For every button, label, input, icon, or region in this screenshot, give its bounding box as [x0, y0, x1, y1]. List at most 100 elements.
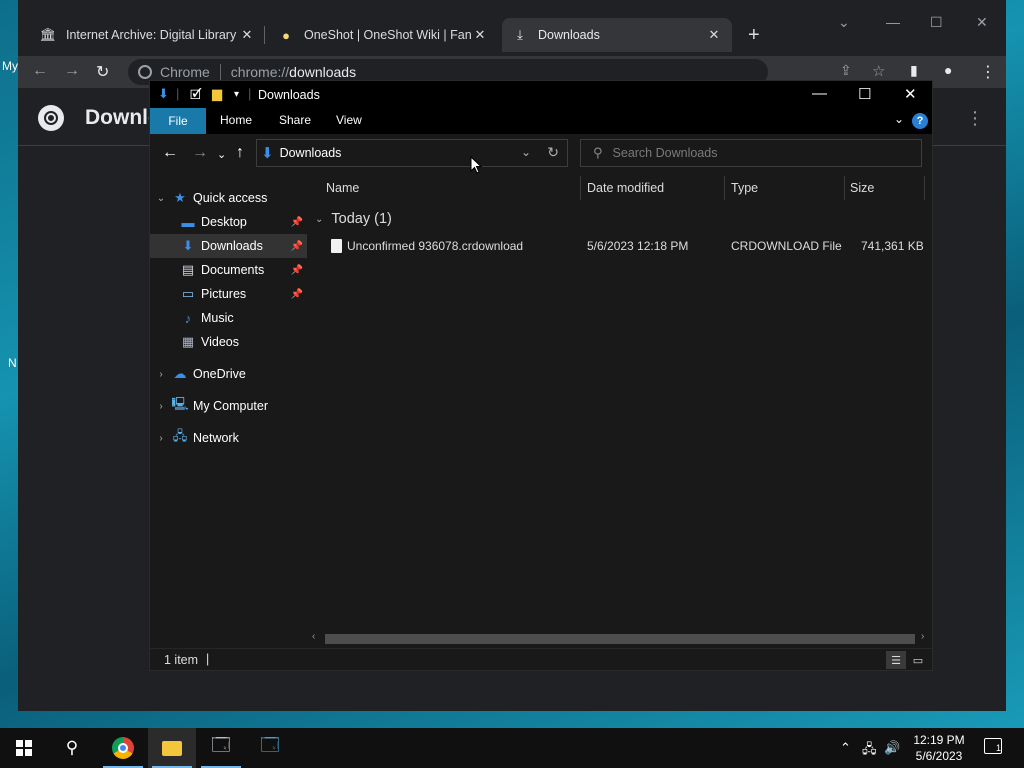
- nav-item-music[interactable]: ♪ Music: [150, 306, 307, 330]
- nav-item-videos[interactable]: ▦ Videos: [150, 330, 307, 354]
- recent-locations-icon[interactable]: ⌄: [217, 148, 226, 161]
- pictures-icon: ▭: [181, 286, 195, 301]
- close-icon[interactable]: ✕: [904, 85, 917, 103]
- pin-icon[interactable]: 📌: [291, 289, 303, 300]
- column-separator[interactable]: [580, 176, 581, 200]
- chevron-down-icon[interactable]: ⌄: [151, 193, 171, 204]
- expand-ribbon-icon[interactable]: ⌄: [894, 112, 904, 126]
- properties-icon[interactable]: 🗹: [190, 86, 202, 108]
- ribbon-tab-view[interactable]: View: [336, 113, 362, 127]
- pin-icon[interactable]: 📌: [291, 241, 303, 252]
- close-icon[interactable]: ✕: [706, 27, 722, 43]
- navigation-bar: ← → ⌄ ↑ ⬇ Downloads ⌄ ↻ ⚲ Search Downloa…: [150, 134, 932, 176]
- ribbon-tab-home[interactable]: Home: [220, 113, 252, 127]
- maximize-icon[interactable]: ☐: [858, 85, 871, 103]
- refresh-icon[interactable]: ↻: [547, 144, 559, 161]
- nav-item-onedrive[interactable]: › ☁ OneDrive: [150, 362, 307, 386]
- volume-icon[interactable]: 🔊: [884, 740, 900, 756]
- forward-icon[interactable]: →: [64, 62, 80, 80]
- side-panel-icon[interactable]: ▮: [910, 62, 918, 79]
- nav-label: Documents: [201, 263, 265, 277]
- ribbon-tab-file[interactable]: File: [150, 108, 206, 134]
- nav-item-desktop[interactable]: ▬ Desktop 📌: [150, 210, 307, 234]
- star-icon[interactable]: ☆: [872, 62, 885, 80]
- back-icon[interactable]: ←: [162, 144, 178, 162]
- column-separator[interactable]: [844, 176, 845, 200]
- chrome-icon: [138, 65, 152, 79]
- start-button[interactable]: [0, 728, 48, 768]
- search-input[interactable]: ⚲ Search Downloads: [580, 139, 922, 167]
- minimize-icon[interactable]: —: [812, 85, 827, 102]
- search-button[interactable]: ⚲: [48, 728, 96, 768]
- pin-icon[interactable]: 📌: [291, 265, 303, 276]
- tab-strip: 🏛 Internet Archive: Digital Library of F…: [18, 0, 1006, 56]
- column-header-name[interactable]: Name: [326, 176, 359, 200]
- system-clock[interactable]: 12:19 PM 5/6/2023: [908, 732, 970, 764]
- back-icon[interactable]: ←: [32, 62, 48, 80]
- column-header-date[interactable]: Date modified: [587, 176, 664, 200]
- share-icon[interactable]: ⇪: [840, 62, 852, 79]
- nav-label: Music: [201, 311, 234, 325]
- up-icon[interactable]: ↑: [236, 144, 244, 162]
- chevron-right-icon[interactable]: ›: [151, 401, 171, 412]
- large-icons-view-icon[interactable]: ▭: [908, 651, 928, 669]
- nav-item-downloads[interactable]: ⬇ Downloads 📌: [150, 234, 307, 258]
- close-window-icon[interactable]: ✕: [976, 14, 988, 31]
- file-icon: [331, 239, 342, 253]
- column-header-size[interactable]: Size: [850, 176, 874, 200]
- group-header[interactable]: ⌄ Today (1): [315, 211, 392, 227]
- horizontal-scrollbar[interactable]: ‹ ›: [307, 630, 932, 646]
- close-icon[interactable]: ✕: [239, 27, 255, 43]
- more-actions-icon[interactable]: ⋮: [966, 108, 984, 129]
- maximize-icon[interactable]: ☐: [930, 14, 943, 31]
- scrollbar-thumb[interactable]: [325, 634, 915, 644]
- column-header-type[interactable]: Type: [731, 176, 758, 200]
- ribbon-tab-share[interactable]: Share: [279, 113, 311, 127]
- nav-item-network[interactable]: › 🖧 Network: [150, 426, 307, 450]
- address-bar[interactable]: ⬇ Downloads ⌄ ↻: [256, 139, 568, 167]
- new-folder-icon[interactable]: ▆: [212, 86, 222, 102]
- tab-search-icon[interactable]: ⌄: [838, 14, 850, 31]
- taskbar-chrome[interactable]: [99, 728, 147, 768]
- chevron-right-icon[interactable]: ›: [151, 433, 171, 444]
- new-tab-button[interactable]: +: [748, 24, 760, 47]
- details-view-icon[interactable]: ☰: [886, 651, 906, 669]
- table-row[interactable]: Unconfirmed 936078.crdownload 5/6/2023 1…: [323, 236, 927, 256]
- item-count: 1 item: [164, 653, 199, 667]
- cloud-icon: ☁: [173, 366, 187, 381]
- close-icon[interactable]: ✕: [472, 27, 488, 43]
- notification-center-icon[interactable]: 1: [984, 738, 1002, 754]
- scroll-left-icon[interactable]: ‹: [312, 631, 315, 642]
- taskbar-app[interactable]: 🗔: [197, 728, 245, 768]
- minimize-icon[interactable]: —: [886, 14, 900, 30]
- scroll-right-icon[interactable]: ›: [921, 631, 924, 642]
- nav-item-documents[interactable]: ▤ Documents 📌: [150, 258, 307, 282]
- chrome-icon: [112, 737, 134, 759]
- chevron-right-icon[interactable]: ›: [151, 369, 171, 380]
- profile-icon[interactable]: ●: [944, 62, 952, 78]
- nav-label: Pictures: [201, 287, 247, 301]
- network-icon[interactable]: 🖧: [862, 740, 877, 762]
- show-hidden-icons-icon[interactable]: ⌃: [840, 740, 851, 756]
- mouse-cursor-icon: [470, 156, 482, 174]
- nav-label: Downloads: [201, 239, 263, 253]
- chevron-down-icon[interactable]: ⌄: [521, 145, 531, 159]
- nav-label: Videos: [201, 335, 239, 349]
- menu-icon[interactable]: ⋮: [980, 62, 996, 82]
- tab-internet-archive[interactable]: 🏛 Internet Archive: Digital Library of F…: [30, 18, 265, 52]
- help-icon[interactable]: ?: [912, 113, 928, 129]
- taskbar-app[interactable]: 🗔: [246, 728, 294, 768]
- pin-icon[interactable]: 📌: [291, 217, 303, 228]
- taskbar-file-explorer[interactable]: [148, 728, 196, 768]
- customize-quick-access-icon[interactable]: ▾: [234, 89, 239, 100]
- column-separator[interactable]: [724, 176, 725, 200]
- nav-item-my-computer[interactable]: › 🖳 My Computer: [150, 394, 307, 418]
- nav-item-quick-access[interactable]: ⌄ ★ Quick access: [150, 186, 307, 210]
- nav-item-pictures[interactable]: ▭ Pictures 📌: [150, 282, 307, 306]
- tab-downloads[interactable]: ⤓ Downloads ✕: [502, 18, 732, 52]
- forward-icon[interactable]: →: [192, 144, 208, 162]
- tab-oneshot-wiki[interactable]: ● OneShot | OneShot Wiki | Fandom ✕: [268, 18, 498, 52]
- chevron-down-icon[interactable]: ⌄: [315, 214, 323, 225]
- reload-icon[interactable]: ↻: [96, 62, 109, 82]
- column-separator[interactable]: [924, 176, 925, 200]
